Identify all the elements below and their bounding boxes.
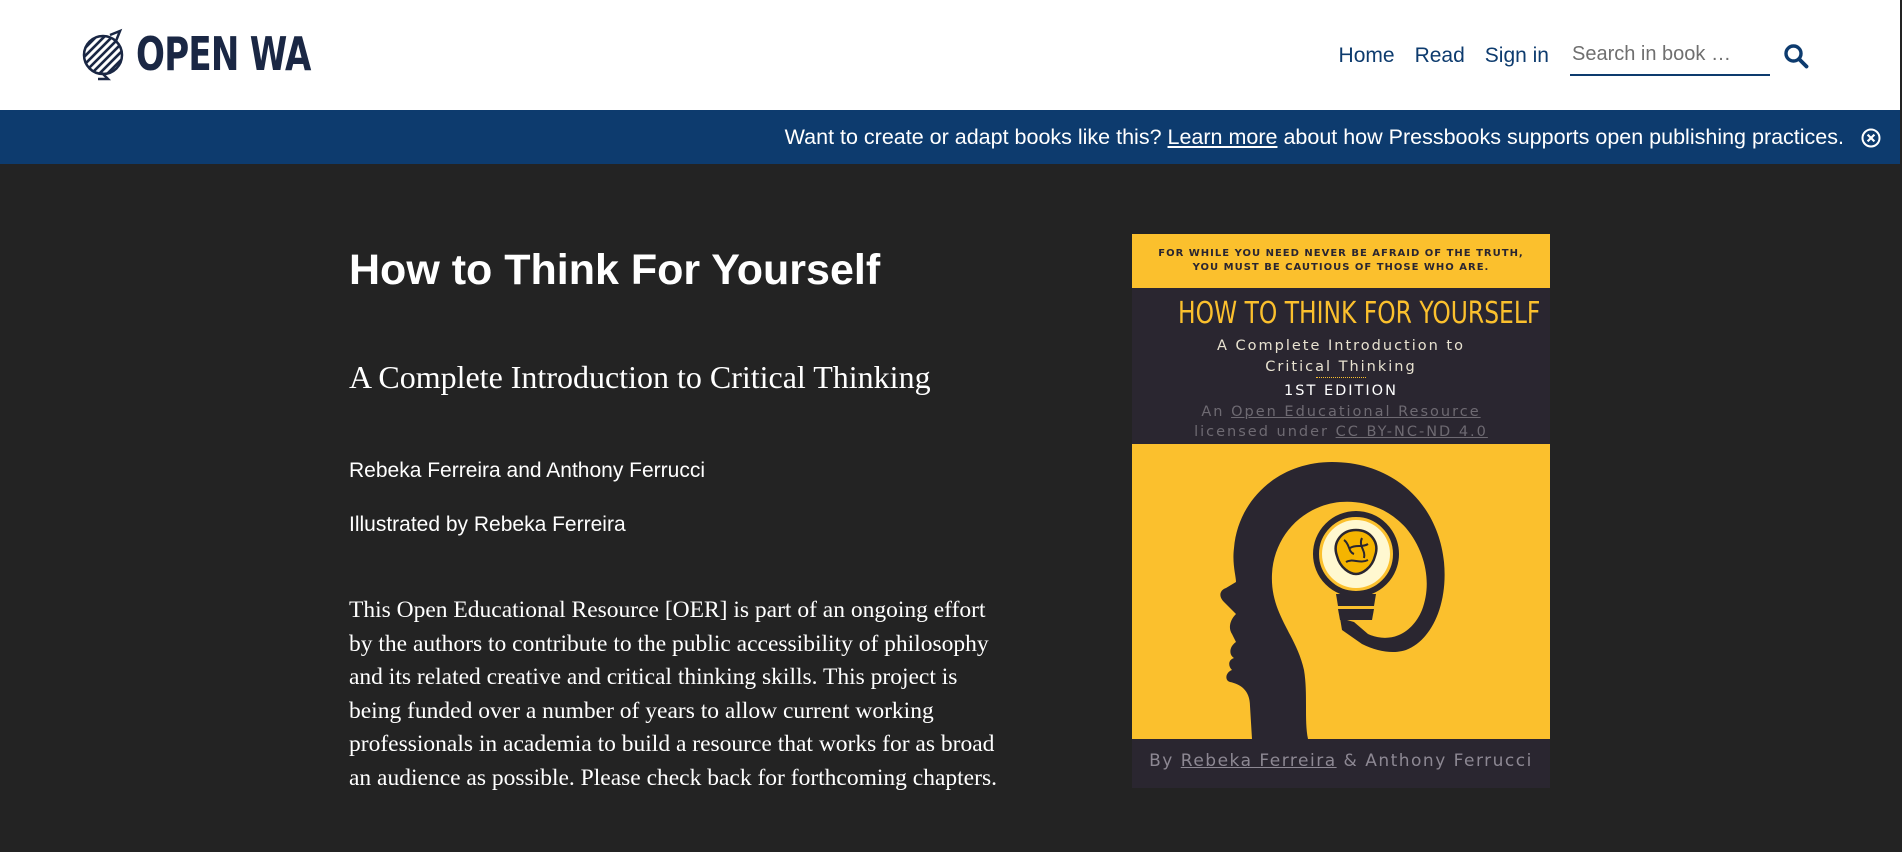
nav-home-link[interactable]: Home: [1339, 44, 1395, 68]
book-title: How to Think For Yourself: [349, 246, 881, 294]
cover-quote: FOR WHILE YOU NEED NEVER BE AFRAID OF TH…: [1132, 234, 1550, 288]
search-input[interactable]: [1570, 36, 1770, 72]
banner-learn-more-link[interactable]: Learn more: [1168, 125, 1278, 149]
head-lightbulb-illustration: [1132, 444, 1550, 739]
book-description: This Open Educational Resource [OER] is …: [349, 597, 997, 791]
logo-text: OPEN WA: [136, 27, 311, 81]
cover-edition: 1ST EDITION: [1284, 383, 1398, 399]
cover-subtitle-line: A Complete Introduction to: [1217, 338, 1465, 354]
cover-by-label: By: [1149, 751, 1174, 771]
banner-message: Want to create or adapt books like this?…: [785, 110, 1844, 164]
cover-subtitle-line: Critical Thinking: [1265, 359, 1417, 375]
cover-license-prefix: An: [1201, 404, 1225, 420]
site-logo[interactable]: OPEN WA: [80, 26, 372, 82]
banner-text-after: about how Pressbooks supports open publi…: [1283, 125, 1844, 149]
pressbooks-banner: Want to create or adapt books like this?…: [0, 110, 1900, 164]
book-authors: Rebeka Ferreira and Anthony Ferrucci: [349, 459, 706, 482]
book-illustrator: Illustrated by Rebeka Ferreira: [349, 513, 626, 536]
cover-title: HOW TO THINK FOR YOURSELF: [1177, 296, 1541, 331]
globe-logo-icon: [82, 28, 124, 81]
search-box: [1570, 36, 1770, 76]
banner-text-before: Want to create or adapt books like this?: [784, 125, 1162, 149]
close-circle-icon[interactable]: [1860, 127, 1882, 149]
nav-read-link[interactable]: Read: [1415, 44, 1465, 68]
top-nav: Home Read Sign in: [1319, 36, 1814, 76]
nav-sign-in-link[interactable]: Sign in: [1485, 44, 1549, 68]
book-info: How to Think For Yourself A Complete Int…: [0, 164, 1900, 852]
site-header: OPEN WA Home Read Sign in: [0, 0, 1900, 110]
cover-divider: [1316, 377, 1366, 378]
book-cover: FOR WHILE YOU NEED NEVER BE AFRAID OF TH…: [1132, 234, 1550, 788]
cover-cc-label: CC BY-NC-ND 4.0: [1335, 424, 1488, 440]
search-icon: [1784, 44, 1809, 69]
cover-author-1: Rebeka Ferreira: [1180, 751, 1337, 771]
cover-license-mid: licensed under: [1194, 424, 1329, 440]
cover-ampersand: &: [1343, 751, 1359, 771]
cover-quote-line: YOU MUST BE CAUTIOUS OF THOSE WHO ARE.: [1192, 262, 1490, 273]
search-button[interactable]: [1778, 38, 1814, 74]
cover-byline: By Rebeka Ferreira & Anthony Ferrucci: [1132, 746, 1550, 776]
cover-quote-line: FOR WHILE YOU NEED NEVER BE AFRAID OF TH…: [1158, 248, 1524, 259]
cover-author-2: Anthony Ferrucci: [1365, 751, 1533, 771]
cover-oer-label: Open Educational Resource: [1231, 404, 1481, 420]
cover-license: An Open Educational Resource licensed un…: [1132, 402, 1550, 442]
book-subtitle: A Complete Introduction to Critical Thin…: [349, 359, 931, 395]
cover-subtitle: A Complete Introduction to Critical Thin…: [1132, 336, 1550, 378]
